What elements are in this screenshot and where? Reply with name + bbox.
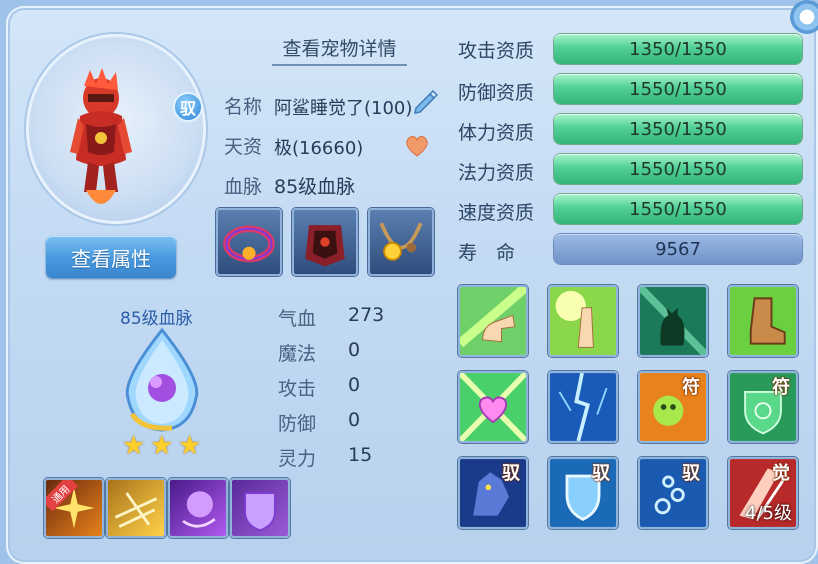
bloodline-skill-1[interactable]: 通用 [44,478,104,538]
view-pet-detail-link[interactable]: 查看宠物详情 [272,34,407,66]
life-label: 寿 命 [458,242,516,264]
quality-bar-magic: 1550/1550 [554,154,802,184]
quality-bar-stamina: 1350/1350 [554,114,802,144]
stat-label-defense: 防御 [278,413,317,435]
skill-tile-1[interactable] [458,285,528,357]
stat-value-defense: 0 [348,409,361,431]
equipment-slot-armor[interactable] [292,208,358,276]
skill-tile-5[interactable] [458,371,528,443]
quality-label-defense: 防御资质 [458,82,535,104]
skill-tile-12[interactable]: 觉 4/5级 [728,457,798,529]
quality-bar-defense: 1550/1550 [554,74,802,104]
edit-icon[interactable] [412,88,438,114]
stat-label-mp: 魔法 [278,343,317,365]
skill-tile-11[interactable]: 驭 [638,457,708,529]
skill-tile-9[interactable]: 驭 [458,457,528,529]
bloodline-stars: ★ ★ ★ [122,431,202,461]
skill-tile-10[interactable]: 驭 [548,457,618,529]
quality-bar-speed: 1550/1550 [554,194,802,224]
bloodline-skill-2[interactable] [106,478,166,538]
pet-figure-icon [70,68,132,204]
skill-tile-4[interactable] [728,285,798,357]
fu-tag: 符 [682,377,700,398]
life-bar: 9567 [554,234,802,264]
skill-tile-6[interactable] [548,371,618,443]
star-icon: ★ [150,431,174,461]
stat-label-hp: 气血 [278,308,317,330]
bloodline-skill-3[interactable] [168,478,228,538]
corner-ornament-icon [790,0,818,34]
bloodline-value: 85级血脉 [274,176,356,198]
stat-value-hp: 273 [348,304,385,326]
heart-icon[interactable] [404,134,430,158]
name-value: 阿鲨睡觉了(100) [274,98,413,119]
stat-label-spirit: 灵力 [278,448,317,470]
stat-value-mp: 0 [348,339,361,361]
bloodline-label: 血脉 [224,176,263,198]
bloodline-skill-4[interactable] [230,478,290,538]
aptitude-label: 天资 [224,136,263,158]
view-attributes-button[interactable]: 查看属性 [46,236,176,278]
aptitude-value: 极(16660) [274,138,364,159]
yu-tag: 驭 [502,463,520,484]
stat-value-spirit: 15 [348,444,373,466]
skill-tile-7[interactable]: 符 [638,371,708,443]
bloodline-drop-icon[interactable] [112,326,212,434]
yu-tag: 驭 [592,463,610,484]
stat-value-attack: 0 [348,374,361,396]
quality-label-stamina: 体力资质 [458,122,535,144]
skill-tile-2[interactable] [548,285,618,357]
quality-bar-attack: 1350/1350 [554,34,802,64]
star-icon: ★ [122,431,146,461]
jue-tag: 觉 [772,463,790,484]
star-icon: ★ [178,431,202,461]
stat-label-attack: 攻击 [278,378,317,400]
quality-label-magic: 法力资质 [458,162,535,184]
pet-detail-panel: 驭 查看属性 查看宠物详情 名称 阿鲨睡觉了(100) 天资 极(16660) … [6,0,818,564]
skill-tile-8[interactable]: 符 [728,371,798,443]
equipment-slot-amulet[interactable] [368,208,434,276]
skill-tile-3[interactable] [638,285,708,357]
yu-badge: 驭 [173,92,203,122]
equipment-slot-collar[interactable] [216,208,282,276]
skill-level-text: 4/5级 [745,503,792,524]
quality-label-attack: 攻击资质 [458,40,535,62]
yu-tag: 驭 [682,463,700,484]
name-label: 名称 [224,96,263,118]
fu-tag: 符 [772,377,790,398]
quality-label-speed: 速度资质 [458,202,535,224]
